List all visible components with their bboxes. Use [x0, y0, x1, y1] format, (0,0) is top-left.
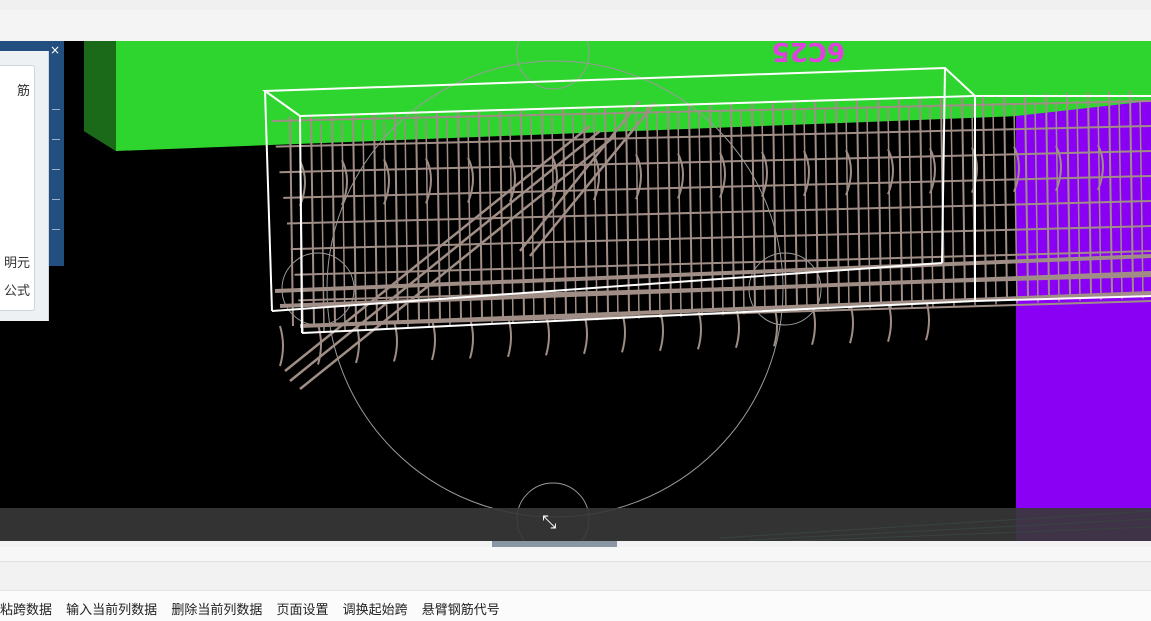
- rebar-segment: [688, 104, 693, 311]
- rebar-segment: [835, 99, 840, 305]
- rebar-segment: [310, 115, 315, 326]
- menu-item-delete-column-data[interactable]: 删除当前列数据: [171, 599, 262, 618]
- panel-scrollbar[interactable]: [48, 101, 64, 266]
- rebar-segment: [877, 98, 882, 303]
- panel-item-rebar[interactable]: 筋: [17, 80, 30, 99]
- rebar-segment: [593, 115, 598, 321]
- rebar-segment: [656, 113, 661, 318]
- rebar-segment: [635, 113, 640, 319]
- rebar-segment: [919, 97, 924, 301]
- panel-item-formula[interactable]: 公式: [4, 280, 30, 299]
- rebar-segment: [898, 97, 903, 302]
- panel-body: 筋 明元 公式: [0, 51, 49, 321]
- rebar-segment: [719, 111, 724, 316]
- rebar-segment: [667, 104, 672, 311]
- bottom-menu-bar: 粘跨数据 输入当前列数据 删除当前列数据 页面设置 调换起始跨 悬臂钢筋代号: [0, 591, 1151, 621]
- rebar-stirrup: [925, 299, 930, 341]
- rebar-segment: [856, 98, 861, 304]
- menu-item-span-data[interactable]: 粘跨数据: [0, 599, 52, 618]
- rebar-stirrup: [393, 321, 398, 362]
- slab-label: 6C25: [772, 41, 845, 66]
- lower-panel-header: [0, 547, 1151, 562]
- panel-close-icon[interactable]: ×: [47, 42, 63, 58]
- slab-side: [84, 41, 116, 151]
- panel-item-unit[interactable]: 明元: [4, 252, 30, 271]
- lower-panel-toolbar: [0, 562, 1151, 591]
- panel-list: 筋 明元 公式: [0, 65, 35, 311]
- rebar-segment: [1003, 94, 1008, 298]
- rebar-stirrup: [279, 325, 284, 367]
- shrink-view-icon[interactable]: ⤡: [542, 512, 556, 533]
- rebar-segment: [289, 115, 294, 327]
- rebar-segment: [982, 95, 987, 299]
- rebar-segment: [677, 112, 682, 317]
- menu-item-page-setup[interactable]: 页面设置: [276, 599, 328, 618]
- secondary-toolbar: [0, 10, 1151, 42]
- menu-item-input-column-data[interactable]: 输入当前列数据: [66, 599, 157, 618]
- rebar-segment: [814, 100, 819, 306]
- 3d-rebar-viewport[interactable]: 6C25 ⤡: [0, 41, 1151, 541]
- rebar-segment: [793, 100, 798, 306]
- rebar-stirrup: [887, 301, 892, 342]
- menu-item-swap-start-span[interactable]: 调换起始跨: [343, 599, 408, 618]
- viewport-control-strip: ⤡: [0, 508, 1151, 541]
- rebar-segment: [992, 103, 997, 305]
- rebar-3d-scene: 6C25: [84, 41, 1151, 541]
- rebar-segment: [614, 114, 619, 320]
- rebar-segment: [698, 112, 703, 317]
- rebar-segment: [646, 105, 651, 312]
- menu-item-cantilever-rebar-code[interactable]: 悬臂钢筋代号: [422, 599, 500, 618]
- rebar-segment: [583, 107, 588, 315]
- rebar-segment: [709, 103, 714, 310]
- rebar-segment: [604, 106, 609, 314]
- rebar-segment: [961, 95, 966, 300]
